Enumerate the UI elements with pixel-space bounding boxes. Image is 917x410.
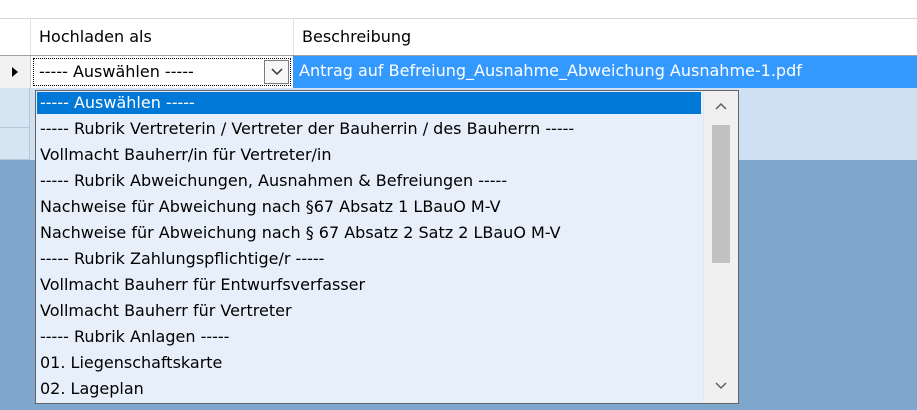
chevron-down-icon [715, 382, 727, 390]
dropdown-option[interactable]: ----- Rubrik Vertreterin / Vertreter der… [40, 118, 574, 140]
chevron-up-icon [715, 102, 727, 110]
dropdown-option[interactable]: 02. Lageplan [40, 378, 144, 400]
upload-type-combobox[interactable]: ----- Auswählen ----- [33, 58, 291, 86]
scroll-down-button[interactable] [704, 371, 738, 403]
toolbar-strip [0, 0, 917, 19]
dropdown-option[interactable]: Nachweise für Abweichung nach § 67 Absat… [40, 222, 561, 244]
column-header-hochladen-als[interactable]: Hochladen als [31, 19, 294, 55]
dropdown-option[interactable]: ----- Rubrik Zahlungspflichtige/r ----- [40, 248, 324, 270]
column-header-label: Hochladen als [39, 27, 152, 46]
scrollbar-thumb[interactable] [712, 125, 730, 263]
row-selector[interactable] [0, 128, 30, 160]
upload-type-dropdown-list[interactable]: ----- Auswählen ----- ----- Rubrik Vertr… [35, 90, 739, 404]
dropdown-option[interactable]: ----- Rubrik Anlagen ----- [40, 326, 229, 348]
dropdown-option[interactable]: Vollmacht Bauherr/in für Vertreter/in [40, 144, 332, 166]
description-text: Antrag auf Befreiung_Ausnahme_Abweichung… [299, 61, 802, 80]
combobox-dropdown-button[interactable] [264, 60, 289, 84]
dropdown-option[interactable]: ----- Rubrik Abweichungen, Ausnahmen & B… [40, 170, 507, 192]
dropdown-scrollbar[interactable] [703, 91, 738, 403]
dropdown-option[interactable]: Vollmacht Bauherr für Vertreter [40, 300, 292, 322]
arrow-right-icon [12, 67, 18, 77]
combobox-value: ----- Auswählen ----- [39, 62, 194, 81]
column-header-label: Beschreibung [302, 27, 412, 46]
dropdown-option[interactable]: Nachweise für Abweichung nach §67 Absatz… [40, 196, 501, 218]
grid-header: Hochladen als Beschreibung [0, 19, 917, 56]
scroll-up-button[interactable] [704, 91, 738, 123]
dropdown-option[interactable]: 01. Liegenschaftskarte [40, 352, 222, 374]
chevron-down-icon [271, 68, 283, 76]
dropdown-option-selected[interactable]: ----- Auswählen ----- [37, 92, 701, 114]
dropdown-option[interactable]: Vollmacht Bauherr für Entwurfsverfasser [40, 274, 365, 296]
table-row[interactable]: ----- Auswählen ----- Antrag auf Befreiu… [0, 56, 917, 89]
header-row-selector [0, 19, 31, 55]
row-selector[interactable] [0, 56, 31, 89]
column-header-beschreibung[interactable]: Beschreibung [294, 19, 917, 55]
description-cell[interactable]: Antrag auf Befreiung_Ausnahme_Abweichung… [293, 56, 917, 88]
row-selector[interactable] [0, 88, 30, 128]
